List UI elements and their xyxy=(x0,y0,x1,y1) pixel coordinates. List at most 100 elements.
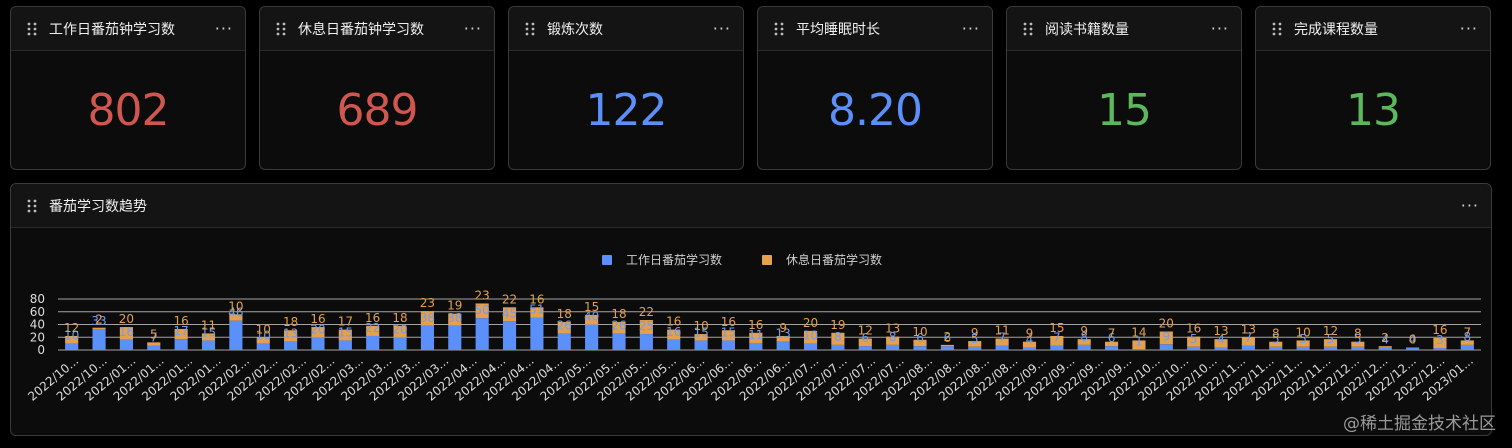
bar-workday xyxy=(886,344,900,350)
data-label-weekend: 2 xyxy=(1381,331,1389,345)
bar-workday xyxy=(1132,349,1146,350)
data-label-weekend: 20 xyxy=(119,312,134,326)
bar-workday xyxy=(366,335,380,350)
metric-value: 802 xyxy=(87,84,170,136)
bar-workday xyxy=(1050,345,1064,350)
bar-workday xyxy=(530,317,544,350)
drag-handle-icon[interactable] xyxy=(25,21,39,37)
data-label-workday: 38 xyxy=(447,311,462,325)
more-options-icon[interactable]: ··· xyxy=(215,19,233,38)
legend-swatch xyxy=(762,255,772,265)
data-label-weekend: 16 xyxy=(1432,323,1447,337)
bar-workday xyxy=(721,340,736,350)
bar-workday xyxy=(1460,344,1474,350)
metric-card: 完成课程数量 ··· 13 xyxy=(1255,6,1491,170)
card-title: 锻炼次数 xyxy=(547,21,603,38)
card-title: 休息日番茄钟学习数 xyxy=(298,21,424,38)
metric-value: 13 xyxy=(1346,84,1401,136)
metric-card: 锻炼次数 ··· 122 xyxy=(508,6,744,170)
bar-workday xyxy=(1077,344,1091,350)
data-label-workday: 45 xyxy=(502,306,517,320)
bar-workday xyxy=(749,342,763,350)
data-label-weekend: 10 xyxy=(1295,325,1310,339)
drag-handle-icon[interactable] xyxy=(274,21,288,37)
drag-handle-icon[interactable] xyxy=(1021,21,1035,37)
data-label-weekend: 9 xyxy=(1080,324,1088,338)
bar-workday xyxy=(1433,348,1447,350)
data-label-weekend: 10 xyxy=(256,322,271,336)
metric-value: 15 xyxy=(1097,84,1152,136)
data-label-weekend: 16 xyxy=(1186,322,1201,336)
data-label-weekend: 16 xyxy=(365,311,380,325)
data-label-weekend: 19 xyxy=(447,299,462,313)
bar-workday xyxy=(284,341,298,350)
bar-workday xyxy=(229,320,243,350)
data-label-weekend: 2 xyxy=(944,330,952,344)
more-options-icon[interactable]: ··· xyxy=(962,19,980,38)
data-label-weekend: 18 xyxy=(557,307,572,321)
watermark: @稀土掘金技术社区 xyxy=(1343,414,1496,434)
bar-workday xyxy=(858,346,872,350)
more-options-icon[interactable]: ··· xyxy=(464,19,482,38)
bar-workday xyxy=(1269,346,1283,350)
metric-value: 122 xyxy=(585,84,668,136)
more-options-icon[interactable]: ··· xyxy=(1211,19,1229,38)
legend-swatch xyxy=(602,255,612,265)
data-label-weekend: 17 xyxy=(338,315,353,329)
drag-handle-icon[interactable] xyxy=(25,198,39,214)
more-options-icon[interactable]: ··· xyxy=(1460,19,1478,38)
data-label-weekend: 11 xyxy=(994,324,1009,338)
data-label-workday: 9 xyxy=(1162,329,1170,343)
data-label-weekend: 14 xyxy=(1131,325,1146,339)
data-label-weekend: 10 xyxy=(228,299,243,313)
card-title: 工作日番茄钟学习数 xyxy=(49,21,175,38)
data-label-weekend: 23 xyxy=(420,296,435,310)
trend-chart: 工作日番茄学习数 休息日番茄学习数0204060801012332162075 17… xyxy=(25,252,1481,404)
y-tick-label: 60 xyxy=(30,305,45,319)
bar-workday xyxy=(201,340,216,350)
bar-workday xyxy=(1187,346,1201,350)
data-label-weekend: 18 xyxy=(283,315,298,329)
card-header: 锻炼次数 ··· xyxy=(509,7,743,51)
card-title: 平均睡眠时长 xyxy=(796,21,880,38)
data-label-workday: 10 xyxy=(803,329,818,343)
bar-workday xyxy=(1241,345,1255,350)
more-options-icon[interactable]: ··· xyxy=(713,19,731,38)
data-label-weekend: 12 xyxy=(1323,324,1338,338)
metric-value: 8.20 xyxy=(828,84,923,136)
card-header: 工作日番茄钟学习数 ··· xyxy=(11,7,245,51)
data-label-weekend: 22 xyxy=(639,305,654,319)
more-options-icon[interactable]: ··· xyxy=(1461,196,1479,215)
data-label-weekend: 16 xyxy=(174,314,189,328)
bar-workday xyxy=(940,346,954,350)
metric-card: 休息日番茄钟学习数 ··· 689 xyxy=(259,6,495,170)
data-label-weekend: 5 xyxy=(150,327,158,341)
data-label-weekend: 16 xyxy=(748,318,763,332)
bar-workday xyxy=(420,325,435,350)
drag-handle-icon[interactable] xyxy=(523,21,537,37)
data-label-weekend: 9 xyxy=(1026,327,1034,341)
data-label-weekend: 20 xyxy=(803,316,818,330)
data-label-workday: 16 xyxy=(119,325,134,339)
bar-workday xyxy=(557,333,571,350)
data-label-weekend: 15 xyxy=(584,300,599,314)
data-label-weekend: 19 xyxy=(830,318,845,332)
legend-label: 工作日番茄学习数 xyxy=(626,252,722,267)
data-label-weekend: 9 xyxy=(779,321,787,335)
data-label-weekend: 15 xyxy=(1049,321,1064,335)
bar-workday xyxy=(694,340,708,350)
drag-handle-icon[interactable] xyxy=(772,21,786,37)
data-label-weekend: 12 xyxy=(64,321,79,335)
bar-workday xyxy=(147,345,161,350)
data-label-weekend: 11 xyxy=(201,318,216,332)
bar-workday xyxy=(502,321,517,350)
card-header: 阅读书籍数量 ··· xyxy=(1007,7,1241,51)
bar-workday xyxy=(1323,346,1338,350)
drag-handle-icon[interactable] xyxy=(1270,21,1284,37)
data-label-weekend: 18 xyxy=(392,311,407,325)
card-header: 平均睡眠时长 ··· xyxy=(758,7,992,51)
y-tick-label: 80 xyxy=(30,292,45,306)
data-label-workday: 25 xyxy=(639,319,654,333)
bar-workday xyxy=(667,339,681,350)
bar-workday xyxy=(1022,347,1037,350)
